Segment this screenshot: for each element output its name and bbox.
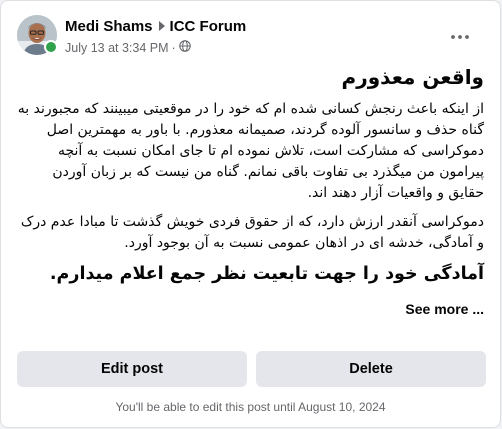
more-options-button[interactable] — [444, 23, 476, 51]
author-name[interactable]: Medi Shams — [65, 18, 153, 35]
post-paragraph: دموکراسی آنقدر ارزش دارد، که از حقوق فرد… — [20, 214, 484, 251]
post-date[interactable]: July 13 at 3:34 PM — [65, 41, 169, 55]
post-meta: July 13 at 3:34 PM · — [65, 40, 191, 55]
post-card: Medi Shams ICC Forum July 13 at 3:34 PM … — [0, 0, 501, 428]
meta-separator: · — [171, 40, 176, 55]
edit-post-button[interactable]: Edit post — [17, 351, 247, 387]
post-paragraph: از اینکه باعث رنجش کسانی شده ام که خود ر… — [17, 101, 484, 201]
post-content: واقعن معذورم از اینکه باعث رنجش کسانی شد… — [17, 65, 484, 294]
more-dots-icon — [451, 35, 469, 39]
see-more-link[interactable]: See more ... — [405, 301, 484, 317]
online-status-dot — [44, 40, 58, 54]
post-paragraph-emphasis: آمادگی خود را جهت تابعیت نظر جمع اعلام م… — [49, 264, 484, 284]
avatar[interactable] — [17, 15, 58, 55]
delete-button[interactable]: Delete — [256, 351, 486, 387]
post-title: واقعن معذورم — [341, 65, 484, 89]
group-name[interactable]: ICC Forum — [170, 18, 247, 35]
globe-icon — [178, 40, 191, 55]
caret-right-icon — [158, 18, 166, 35]
edit-deadline-note: You'll be able to edit this post until A… — [115, 400, 386, 414]
author-line: Medi Shams ICC Forum — [65, 18, 246, 35]
post-header: Medi Shams ICC Forum July 13 at 3:34 PM … — [17, 15, 486, 59]
